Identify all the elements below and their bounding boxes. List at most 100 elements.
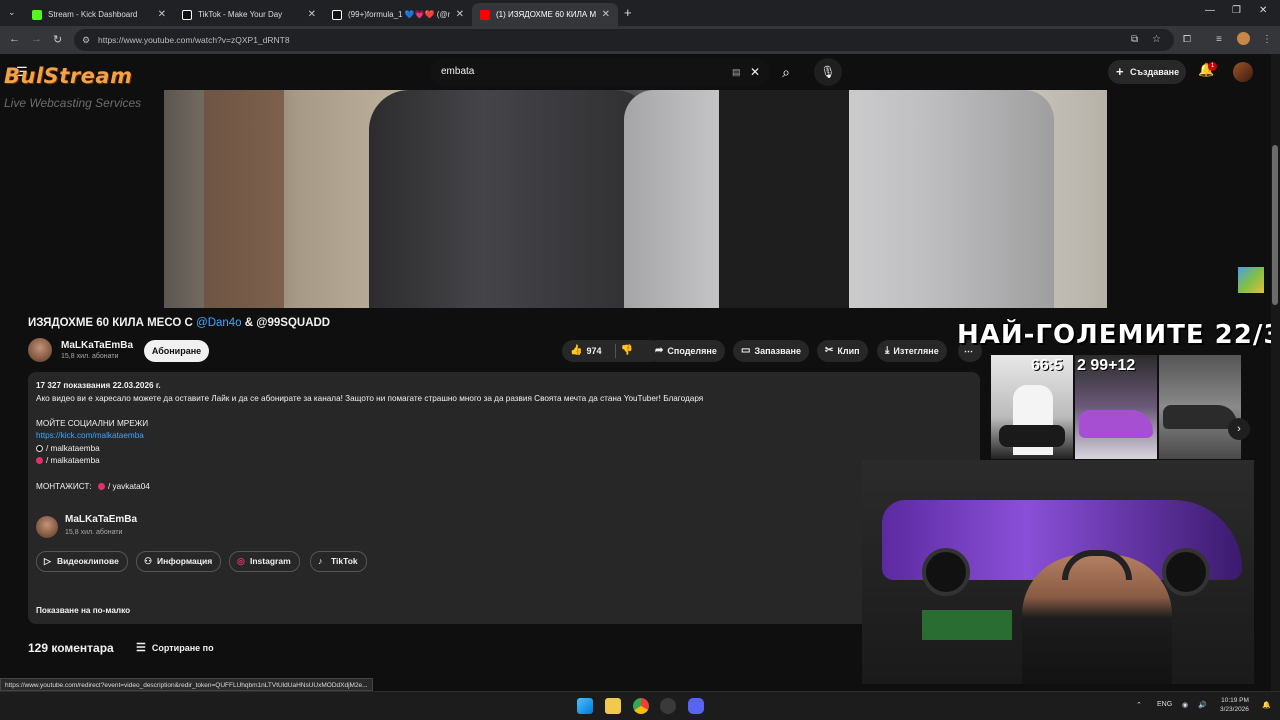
keyboard-icon[interactable]: ▤ — [732, 58, 741, 86]
tiktok-icon — [182, 9, 192, 20]
video-player[interactable] — [164, 90, 1107, 308]
voice-search-button[interactable]: 🎙 — [814, 58, 842, 86]
restore-icon[interactable]: ❐ — [1232, 5, 1241, 16]
close-icon[interactable]: ✕ — [308, 9, 316, 20]
discord-icon[interactable] — [688, 698, 704, 714]
video-frame-shirt — [719, 90, 849, 308]
address-bar[interactable]: ⚙ https://www.youtube.com/watch?v=zQXP1_… — [74, 29, 1174, 51]
account-avatar[interactable] — [1233, 62, 1253, 82]
close-icon[interactable]: ✕ — [158, 9, 166, 20]
sort-icon: ☰ — [136, 642, 146, 654]
plus-icon: + — [1116, 64, 1124, 79]
about-pill[interactable]: ⚇ Информация — [136, 551, 222, 572]
thumbnail-2[interactable]: 2 99+12 — [1075, 355, 1157, 459]
videos-pill[interactable]: ▷ Видеоклипове — [36, 551, 128, 572]
streamer-webcam — [862, 460, 1254, 684]
browser-tab-strip: ⌄ Stream - Kick Dashboard ✕ TikTok - Mak… — [0, 0, 1280, 26]
chevron-right-icon[interactable]: › — [1228, 418, 1250, 440]
instagram-icon — [36, 457, 43, 464]
description-text: Ако видео ви е харесало можете да остави… — [36, 394, 704, 403]
description-channel-name[interactable]: MaLKaTaEmBa — [65, 514, 137, 525]
search-button[interactable]: ⌕ — [772, 58, 800, 86]
subscribe-button[interactable]: Абониране — [144, 340, 209, 362]
scissors-icon: ✂ — [825, 345, 834, 356]
forward-icon[interactable]: → — [31, 33, 42, 45]
close-icon[interactable]: ✕ — [456, 9, 464, 20]
create-button[interactable]: + Създаване — [1108, 60, 1186, 84]
download-button[interactable]: ⤓ Изтегляне — [877, 340, 947, 362]
cast-icon[interactable]: ⧉ — [1131, 34, 1138, 45]
search-input[interactable]: embata ▤ ✕ — [430, 58, 770, 86]
instagram-icon — [97, 483, 105, 490]
language-indicator[interactable]: ENG — [1157, 701, 1172, 708]
bulstream-logo: BulStream — [4, 64, 133, 88]
person-icon: ⚇ — [144, 556, 153, 566]
microphone-icon: 🎙 — [820, 65, 836, 79]
minimize-icon[interactable]: — — [1205, 5, 1215, 16]
clear-search-icon[interactable]: ✕ — [750, 58, 760, 86]
obs-icon[interactable] — [660, 698, 676, 714]
media-controls-icon[interactable]: ≡ — [1216, 34, 1222, 45]
thumbnail-1[interactable]: 66:5 — [991, 355, 1073, 459]
save-button[interactable]: ▭ Запазване — [733, 340, 809, 362]
browser-toolbar: ← → ↻ ⚙ https://www.youtube.com/watch?v=… — [0, 26, 1280, 54]
notification-count-badge: 1 — [1208, 62, 1217, 71]
share-button[interactable]: ➦ Споделяне — [647, 340, 725, 362]
extensions-icon[interactable]: ⧠ — [1183, 34, 1191, 45]
overlay-headline: НАЙ-ГОЛЕМИТЕ 22/33 — [957, 320, 1280, 350]
clip-button[interactable]: ✂ Клип — [817, 340, 868, 362]
socials-heading: МОЙТЕ СОЦИАЛНИ МРЕЖИ — [36, 419, 149, 428]
instagram-pill[interactable]: ◎ Instagram — [229, 551, 300, 572]
close-icon[interactable]: ✕ — [602, 9, 610, 20]
video-title: ИЗЯДОХМЕ 60 КИЛА МЕСО С @Dan4o & @99SQUA… — [28, 317, 331, 329]
tab-youtube-active[interactable]: (1) ИЗЯДОХМЕ 60 КИЛА МЕСО ✕ — [472, 3, 618, 26]
chrome-icon[interactable] — [633, 698, 649, 714]
thumbnail-3[interactable] — [1159, 355, 1241, 459]
tab-tiktok[interactable]: TikTok - Make Your Day ✕ — [174, 3, 324, 26]
dislike-icon[interactable]: 👎 — [620, 340, 632, 362]
editor-link[interactable]: / yavkata04 — [108, 482, 150, 491]
video-frame-door — [204, 90, 284, 308]
site-info-icon[interactable]: ⚙ — [82, 29, 90, 51]
bookmark-star-icon[interactable]: ☆ — [1152, 34, 1161, 45]
description-channel-avatar[interactable] — [36, 516, 58, 538]
tray-chevron-icon[interactable]: ⌃ — [1136, 701, 1142, 709]
reload-icon[interactable]: ↻ — [53, 33, 62, 46]
description-box[interactable]: 17 327 показвания 22.03.2026 г. Ако виде… — [28, 372, 980, 624]
file-explorer-icon[interactable] — [605, 698, 621, 714]
kick-icon — [32, 9, 42, 20]
channel-avatar[interactable] — [28, 338, 52, 362]
browser-menu-icon[interactable]: ⋮ — [1262, 34, 1272, 45]
like-count[interactable]: 974 — [586, 340, 601, 362]
tiktok-pill[interactable]: ♪ TikTok — [310, 551, 367, 572]
channel-name[interactable]: MaLKaTaEmBa — [61, 340, 133, 351]
scrollbar-thumb[interactable] — [1272, 145, 1278, 305]
show-less-button[interactable]: Показване на по-малко — [36, 606, 130, 615]
tab-kick-dashboard[interactable]: Stream - Kick Dashboard ✕ — [24, 3, 174, 26]
notification-center-icon[interactable]: 🔔 — [1262, 701, 1271, 709]
profile-avatar[interactable] — [1237, 32, 1250, 45]
tiktok-icon — [36, 445, 43, 452]
new-tab-button[interactable]: + — [624, 5, 632, 20]
tiktok-handle-link[interactable]: / malkataemba — [36, 444, 100, 453]
windows-start-icon[interactable] — [577, 698, 593, 714]
tab-search-chevron-icon[interactable]: ⌄ — [8, 7, 16, 18]
network-icon[interactable]: ◉ — [1182, 701, 1188, 709]
volume-icon[interactable]: 🔊 — [1198, 701, 1207, 709]
channel-subscriber-count: 15,8 хил. абонати — [61, 353, 119, 360]
video-icon: ▷ — [44, 556, 51, 566]
save-icon: ▭ — [741, 345, 751, 356]
instagram-handle-link[interactable]: / malkataemba — [36, 456, 100, 465]
system-clock[interactable]: 10:19 PM 3/23/2026 — [1220, 696, 1249, 714]
bulstream-tagline: Live Webcasting Services — [4, 96, 142, 110]
kick-link[interactable]: https://kick.com/malkataemba — [36, 431, 144, 440]
status-bar-url: https://www.youtube.com/redirect?event=v… — [0, 678, 373, 691]
like-icon[interactable]: 👍 — [570, 340, 582, 362]
download-icon: ⤓ — [885, 345, 890, 356]
mention-link-dan4o[interactable]: @Dan4o — [196, 317, 242, 329]
back-icon[interactable]: ← — [9, 33, 20, 45]
sort-comments-button[interactable]: ☰ Сортиране по — [136, 641, 214, 654]
window-close-icon[interactable]: ✕ — [1259, 5, 1267, 16]
tab-tiktok-formula[interactable]: (99+)formula_1 💙💗❤️ (@re ✕ — [324, 3, 472, 26]
instagram-icon: ◎ — [237, 556, 245, 566]
